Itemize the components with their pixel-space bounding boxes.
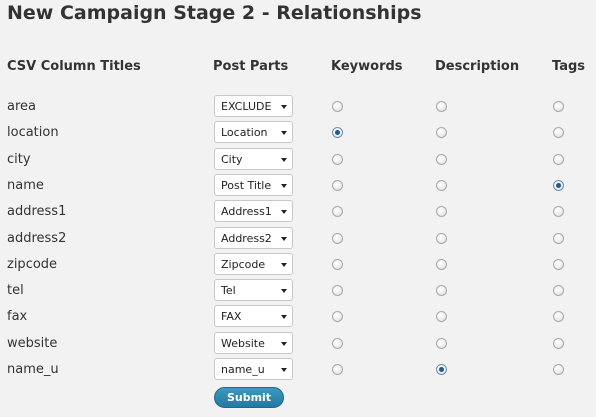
chevron-down-icon: [281, 289, 287, 293]
post-part-select[interactable]: Post Title: [214, 174, 293, 196]
post-part-select[interactable]: EXCLUDE: [214, 95, 293, 117]
tags-radio[interactable]: [553, 233, 564, 244]
post-part-select[interactable]: Address2: [214, 227, 293, 249]
chevron-down-icon: [281, 210, 287, 214]
description-radio[interactable]: [436, 311, 447, 322]
chevron-down-icon: [281, 342, 287, 346]
chevron-down-icon: [281, 184, 287, 188]
tags-radio[interactable]: [553, 311, 564, 322]
description-radio[interactable]: [436, 101, 447, 112]
post-part-select[interactable]: Location: [214, 121, 293, 143]
table-row: area EXCLUDE: [0, 94, 596, 120]
post-part-select-value: Address2: [221, 232, 272, 245]
header-keywords: Keywords: [331, 59, 403, 74]
post-part-select-value: Address1: [221, 205, 272, 218]
chevron-down-icon: [281, 368, 287, 372]
csv-column-title: address1: [7, 204, 67, 219]
table-row: address1 Address1: [0, 199, 596, 225]
post-part-select[interactable]: FAX: [214, 305, 293, 327]
header-post-parts: Post Parts: [213, 59, 289, 74]
keywords-radio[interactable]: [332, 101, 343, 112]
csv-column-title: zipcode: [7, 257, 58, 272]
description-radio[interactable]: [436, 180, 447, 191]
csv-column-title: website: [7, 336, 58, 351]
keywords-radio[interactable]: [332, 311, 343, 322]
keywords-radio[interactable]: [332, 259, 343, 270]
csv-column-title: name_u: [7, 362, 59, 377]
chevron-down-icon: [281, 315, 287, 319]
csv-column-title: city: [7, 152, 31, 167]
csv-column-title: fax: [7, 309, 28, 324]
table-row: website Website: [0, 331, 596, 357]
post-part-select[interactable]: Website: [214, 332, 293, 354]
description-radio[interactable]: [436, 154, 447, 165]
chevron-down-icon: [281, 263, 287, 267]
keywords-radio[interactable]: [332, 180, 343, 191]
table-row: tel Tel: [0, 278, 596, 304]
post-part-select-value: Website: [221, 337, 265, 350]
header-description: Description: [435, 59, 520, 74]
tags-radio[interactable]: [553, 364, 564, 375]
keywords-radio[interactable]: [332, 338, 343, 349]
description-radio[interactable]: [436, 233, 447, 244]
tags-radio[interactable]: [553, 180, 564, 191]
tags-radio[interactable]: [553, 259, 564, 270]
description-radio[interactable]: [436, 285, 447, 296]
header-csv-column-titles: CSV Column Titles: [7, 59, 141, 74]
keywords-radio[interactable]: [332, 364, 343, 375]
csv-column-title: address2: [7, 231, 67, 246]
post-part-select-value: Post Title: [221, 179, 272, 192]
post-part-select-value: Zipcode: [221, 258, 266, 271]
post-part-select-value: City: [221, 153, 243, 166]
table-row: location Location: [0, 120, 596, 146]
chevron-down-icon: [281, 105, 287, 109]
tags-radio[interactable]: [553, 206, 564, 217]
post-part-select-value: Location: [221, 126, 268, 139]
tags-radio[interactable]: [553, 285, 564, 296]
description-radio[interactable]: [436, 206, 447, 217]
post-part-select-value: name_u: [221, 363, 265, 376]
description-radio[interactable]: [436, 127, 447, 138]
csv-column-title: name: [7, 178, 44, 193]
post-part-select[interactable]: City: [214, 148, 293, 170]
chevron-down-icon: [281, 158, 287, 162]
keywords-radio[interactable]: [332, 154, 343, 165]
csv-column-title: area: [7, 99, 36, 114]
post-part-select-value: Tel: [221, 284, 236, 297]
csv-column-title: tel: [7, 283, 24, 298]
post-part-select[interactable]: name_u: [214, 358, 293, 380]
table-row: zipcode Zipcode: [0, 252, 596, 278]
submit-button[interactable]: Submit: [214, 387, 284, 408]
table-row: city City: [0, 147, 596, 173]
tags-radio[interactable]: [553, 154, 564, 165]
keywords-radio[interactable]: [332, 206, 343, 217]
post-part-select[interactable]: Zipcode: [214, 253, 293, 275]
tags-radio[interactable]: [553, 101, 564, 112]
table-row: name Post Title: [0, 173, 596, 199]
post-part-select-value: EXCLUDE: [221, 100, 272, 113]
post-part-select-value: FAX: [221, 310, 242, 323]
header-tags: Tags: [552, 59, 586, 74]
tags-radio[interactable]: [553, 338, 564, 349]
description-radio[interactable]: [436, 259, 447, 270]
post-part-select[interactable]: Tel: [214, 279, 293, 301]
post-part-select[interactable]: Address1: [214, 200, 293, 222]
description-radio[interactable]: [436, 364, 447, 375]
page-title: New Campaign Stage 2 - Relationships: [7, 2, 422, 24]
tags-radio[interactable]: [553, 127, 564, 138]
table-row: name_u name_u: [0, 357, 596, 383]
table-row: fax FAX: [0, 304, 596, 330]
keywords-radio[interactable]: [332, 285, 343, 296]
table-row: address2 Address2: [0, 226, 596, 252]
description-radio[interactable]: [436, 338, 447, 349]
csv-column-title: location: [7, 125, 59, 140]
keywords-radio[interactable]: [332, 127, 343, 138]
chevron-down-icon: [281, 131, 287, 135]
chevron-down-icon: [281, 237, 287, 241]
keywords-radio[interactable]: [332, 233, 343, 244]
